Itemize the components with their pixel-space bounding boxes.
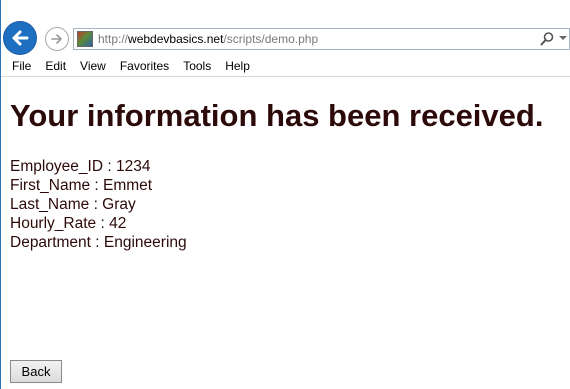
forward-arrow-icon	[51, 34, 62, 44]
info-line-last-name: Last_Name : Gray	[10, 196, 136, 213]
url-prefix: http://	[98, 32, 129, 46]
info-line-first-name: First_Name : Emmet	[10, 177, 153, 194]
search-dropdown-icon[interactable]	[559, 36, 567, 40]
forward-button-nav[interactable]	[45, 27, 69, 51]
url-domain: webdevbasics.net	[128, 32, 224, 46]
browser-window: http://webdevbasics.net/scripts/demo.php…	[0, 0, 570, 389]
back-arrow-icon	[12, 30, 29, 46]
info-line-employee-id: Employee_ID : 1234	[10, 158, 151, 175]
navigation-bar: http://webdevbasics.net/scripts/demo.php	[1, 0, 570, 56]
page-content: Your information has been received. Empl…	[1, 78, 570, 389]
menu-edit[interactable]: Edit	[38, 56, 73, 76]
site-favicon-icon	[77, 31, 93, 47]
menu-bar: File Edit View Favorites Tools Help	[1, 56, 570, 77]
menu-help[interactable]: Help	[218, 56, 257, 76]
url-path: /scripts/demo.php	[223, 32, 319, 46]
menu-view[interactable]: View	[73, 56, 113, 76]
menu-tools[interactable]: Tools	[176, 56, 218, 76]
url-text: http://webdevbasics.net/scripts/demo.php	[98, 32, 318, 46]
employee-info: Employee_ID : 1234 First_Name : Emmet La…	[10, 157, 187, 252]
back-button-nav[interactable]	[3, 21, 37, 55]
menu-file[interactable]: File	[1, 56, 38, 76]
address-bar[interactable]: http://webdevbasics.net/scripts/demo.php	[73, 28, 570, 50]
back-button[interactable]: Back	[10, 360, 62, 383]
info-line-hourly-rate: Hourly_Rate : 42	[10, 215, 127, 232]
search-icon[interactable]	[539, 31, 555, 47]
info-line-department: Department : Engineering	[10, 234, 187, 251]
menu-favorites[interactable]: Favorites	[113, 56, 176, 76]
page-heading: Your information has been received.	[10, 98, 544, 133]
